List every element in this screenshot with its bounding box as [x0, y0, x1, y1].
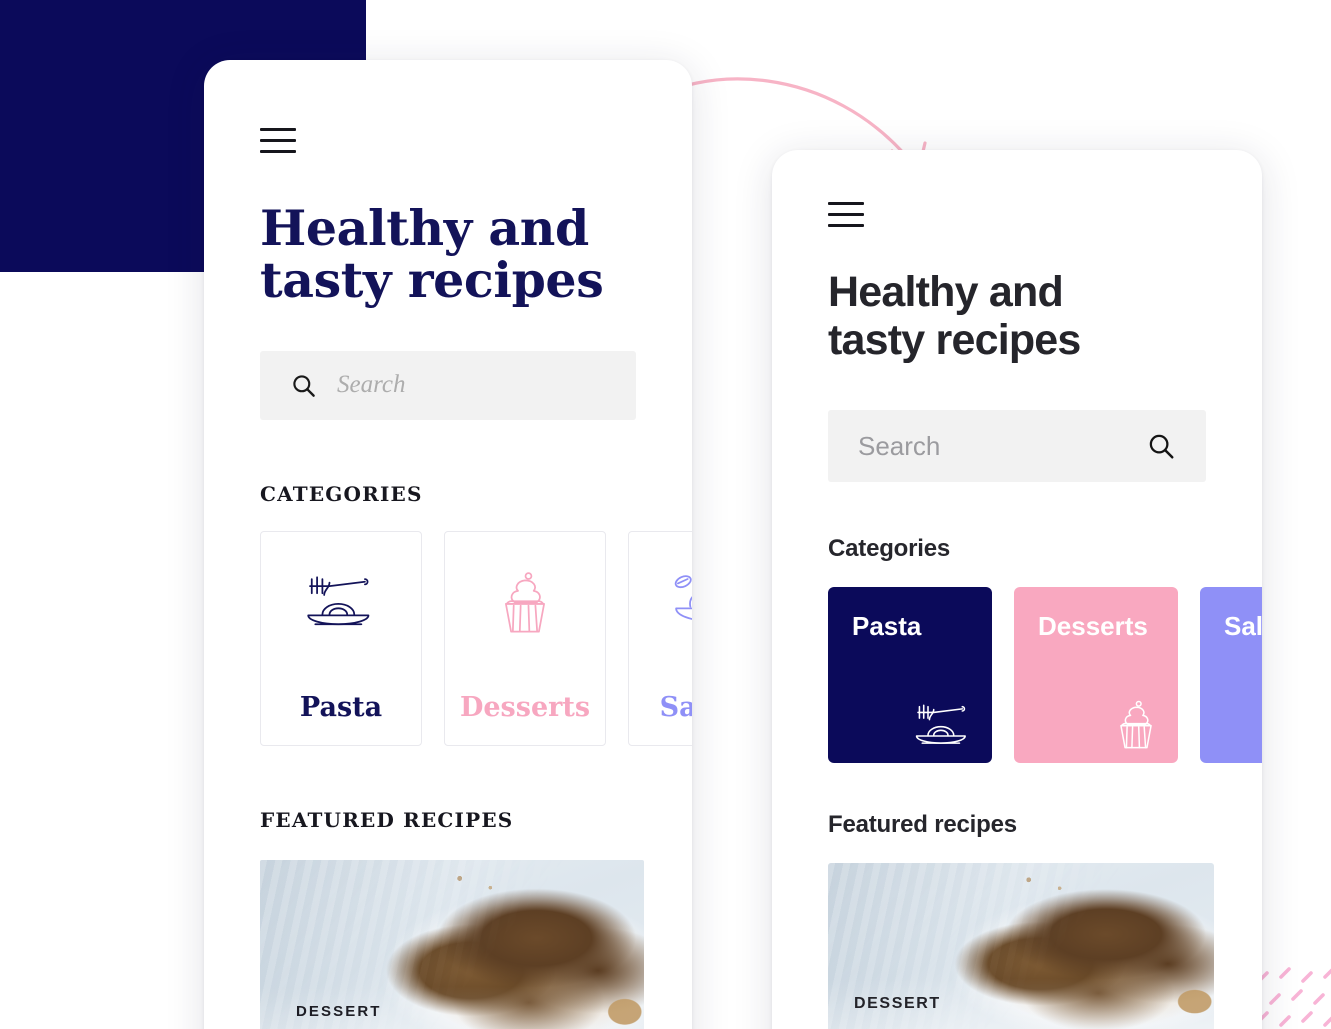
page-title-line-2: tasty recipes [828, 315, 1081, 364]
recipe-tag: DESSERT [296, 1002, 382, 1020]
search-placeholder: Search [858, 430, 941, 461]
recipe-card[interactable]: DESSERT Chocolate muffins [828, 863, 1214, 1029]
category-label: Desserts [459, 691, 591, 723]
design-comparison-canvas: Healthy and tasty recipes Search CATEGOR… [0, 0, 1331, 1029]
phone-mockup-sans: Healthy and tasty recipes Search Categor… [772, 150, 1262, 1029]
categories-list[interactable]: Pasta Desserts [828, 587, 1262, 764]
categories-label: CATEGORIES [260, 481, 423, 506]
cupcake-icon [1112, 699, 1160, 751]
search-icon [293, 375, 315, 397]
hamburger-bar [260, 128, 296, 131]
pasta-icon [302, 558, 380, 648]
page-title-line-2: tasty recipes [260, 250, 604, 309]
recipe-card[interactable]: DESSERT Chocolate muffins [260, 859, 644, 1029]
categories-label: Categories [828, 535, 951, 563]
hamburger-bar [260, 139, 296, 142]
hamburger-bar [828, 213, 864, 216]
page-title: Healthy and tasty recipes [828, 268, 1206, 364]
category-card-salads[interactable]: Salads [628, 530, 692, 746]
search-placeholder: Search [337, 371, 406, 399]
hamburger-bar [828, 202, 864, 205]
hamburger-menu-icon[interactable] [260, 128, 296, 153]
category-label: Pasta [299, 691, 383, 723]
category-card-desserts[interactable]: Desserts [1014, 587, 1178, 764]
left-header [204, 60, 692, 153]
search-icon[interactable] [1146, 431, 1176, 461]
category-card-desserts[interactable]: Desserts [444, 530, 606, 746]
pasta-icon [912, 701, 974, 751]
category-label: Salads [1224, 611, 1262, 642]
recipe-tag: DESSERT [854, 995, 941, 1013]
category-label: Desserts [1038, 611, 1148, 642]
cupcake-icon [494, 558, 556, 648]
featured-recipes-label: Featured recipes [828, 811, 1017, 839]
search-input[interactable]: Search [828, 410, 1206, 483]
salad-icon [670, 558, 692, 648]
category-card-pasta[interactable]: Pasta [828, 587, 992, 764]
hamburger-bar [260, 150, 296, 153]
category-label: Pasta [852, 611, 922, 642]
category-card-salads[interactable]: Salads [1200, 587, 1262, 764]
hamburger-bar [828, 224, 864, 227]
phone-mockup-serif: Healthy and tasty recipes Search CATEGOR… [204, 60, 692, 1029]
category-label: Salads [659, 691, 692, 723]
featured-recipes-label: FEATURED RECIPES [260, 807, 514, 832]
right-header [772, 150, 1262, 227]
categories-list[interactable]: Pasta Desserts [260, 530, 692, 746]
page-title-line-1: Healthy and [828, 268, 1064, 316]
category-card-pasta[interactable]: Pasta [260, 530, 422, 746]
search-input[interactable]: Search [260, 350, 636, 420]
hamburger-menu-icon[interactable] [828, 202, 864, 227]
page-title-line-1: Healthy and [260, 199, 589, 257]
page-title: Healthy and tasty recipes [260, 202, 636, 309]
